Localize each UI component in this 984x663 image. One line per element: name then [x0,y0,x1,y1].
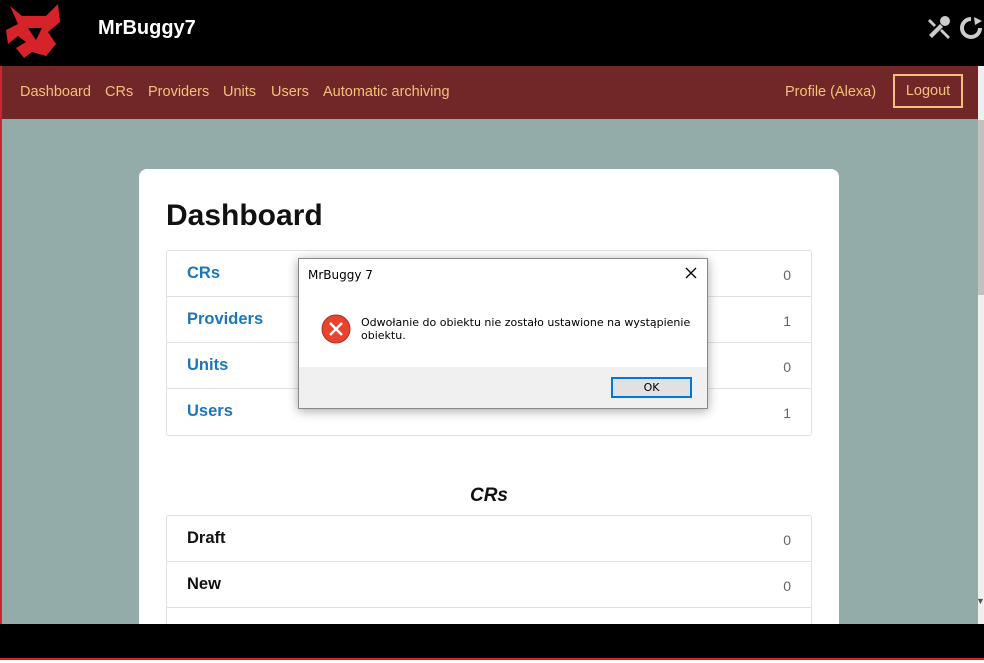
bug-logo-icon [6,4,60,58]
status-label: New [187,575,221,593]
logout-button[interactable]: Logout [893,74,963,108]
dialog-footer: OK [299,367,707,408]
main-nav: Dashboard CRs Providers Units Users Auto… [0,66,978,119]
nav-item-crs[interactable]: CRs [105,84,133,100]
tools-icon[interactable] [926,15,952,41]
count-badge: 1 [783,405,791,421]
page-title: Dashboard [166,199,323,232]
close-icon[interactable] [683,265,699,281]
count-badge: 0 [783,532,791,548]
nav-item-providers[interactable]: Providers [148,84,209,100]
scrollbar-thumb[interactable] [978,120,984,295]
scroll-down-icon[interactable]: ▼ [976,596,984,606]
divider [0,658,984,663]
nav-item-profile[interactable]: Profile (Alexa) [785,84,876,100]
count-badge: 0 [783,359,791,375]
list-item: Draft 0 [167,516,811,562]
error-dialog: MrBuggy 7 Odwołanie do obiektu nie zosta… [298,258,708,409]
dialog-title: MrBuggy 7 [308,268,373,282]
summary-link-users[interactable]: Users [187,402,233,421]
nav-item-automatic-archiving[interactable]: Automatic archiving [323,84,450,100]
nav-item-units[interactable]: Units [223,84,256,100]
list-item [167,608,811,624]
nav-item-dashboard[interactable]: Dashboard [20,84,91,100]
list-item: New 0 [167,562,811,608]
title-bar: MrBuggy7 [0,0,984,66]
crs-section-title: CRs [469,485,508,506]
refresh-icon[interactable] [958,15,984,41]
count-badge: 0 [783,267,791,283]
nav-item-users[interactable]: Users [271,84,309,100]
summary-link-providers[interactable]: Providers [187,310,263,329]
count-badge: 1 [783,313,791,329]
status-label: Draft [187,529,226,547]
dialog-message: Odwołanie do obiektu nie zostało ustawio… [361,316,691,342]
summary-link-crs[interactable]: CRs [187,264,220,283]
crs-status-list: Draft 0 New 0 [166,515,812,624]
app-title: MrBuggy7 [98,17,196,39]
error-icon [321,314,351,344]
count-badge: 0 [783,578,791,594]
summary-link-units[interactable]: Units [187,356,228,375]
ok-button[interactable]: OK [611,377,692,398]
